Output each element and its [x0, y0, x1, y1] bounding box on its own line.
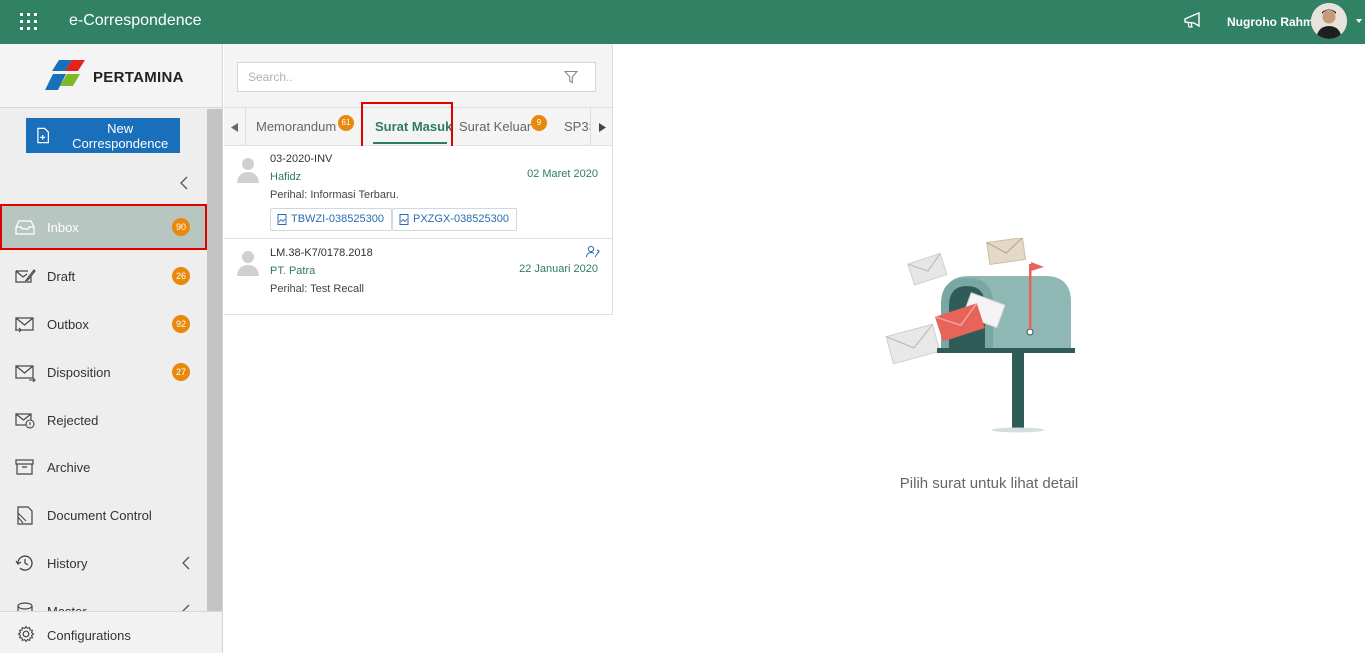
- announcement-icon[interactable]: [1183, 12, 1203, 30]
- sender-avatar-icon: [237, 158, 259, 183]
- tab-surat-keluar[interactable]: Surat Keluar 9: [459, 108, 559, 145]
- archive-icon: [15, 459, 34, 475]
- app-title: e-Correspondence: [69, 12, 202, 29]
- search-area: [224, 44, 613, 108]
- user-avatar[interactable]: [1311, 3, 1347, 39]
- attachment-chip[interactable]: PXZGX-038525300: [392, 208, 518, 231]
- sender-avatar-icon: [237, 251, 259, 276]
- mail-sender: Hafidz: [270, 171, 302, 183]
- user-menu-caret-icon[interactable]: [1355, 17, 1363, 25]
- configurations-item[interactable]: Configurations: [0, 611, 222, 653]
- pertamina-logo-icon: [45, 60, 85, 90]
- count-badge: 27: [172, 363, 190, 381]
- mail-date: 22 Januari 2020: [519, 263, 598, 275]
- sidebar-item-label: History: [47, 555, 88, 571]
- apps-grid-icon[interactable]: [20, 13, 37, 30]
- sidebar-item-outbox[interactable]: Outbox 92: [0, 301, 207, 347]
- tab-memorandum[interactable]: Memorandum 61: [256, 108, 366, 145]
- count-badge: 26: [172, 267, 190, 285]
- mail-sender: PT. Patra: [270, 265, 316, 277]
- attachment-name: PXZGX-038525300: [413, 213, 510, 225]
- caret-left-icon: [231, 123, 238, 132]
- disposition-icon: [15, 365, 36, 382]
- outbox-icon: [15, 317, 34, 333]
- mailbox-illustration: [885, 238, 1075, 433]
- sidebar-item-label: Inbox: [47, 219, 79, 235]
- mail-date: 02 Maret 2020: [527, 168, 598, 180]
- disposition-user-icon: [586, 245, 600, 258]
- attachment-name: TBWZI-038525300: [291, 213, 384, 225]
- sidebar-item-label: Draft: [47, 268, 76, 284]
- count-badge: 92: [172, 315, 190, 333]
- gear-icon: [17, 625, 35, 643]
- sidebar-item-draft[interactable]: Draft 26: [0, 253, 207, 299]
- count-badge: 90: [172, 218, 190, 236]
- sidebar-item-disposition[interactable]: Disposition 27: [0, 349, 207, 395]
- tab-highlight-box: [361, 102, 453, 150]
- detail-panel: Pilih surat untuk lihat detail: [613, 44, 1365, 653]
- sidebar-item-rejected[interactable]: Rejected: [0, 397, 207, 443]
- sidebar-item-label: Archive: [47, 459, 91, 475]
- tab-label: Surat Keluar: [459, 119, 532, 134]
- inbox-icon: [15, 220, 35, 235]
- logo-area: PERTAMINA: [0, 44, 222, 108]
- sidebar-item-archive[interactable]: Archive: [0, 444, 207, 490]
- sidebar-item-inbox[interactable]: Inbox 90: [0, 204, 207, 250]
- tab-scroll-left-button[interactable]: [224, 108, 246, 145]
- logo-text: PERTAMINA: [93, 69, 184, 86]
- new-correspondence-label: New Correspondence: [72, 120, 169, 151]
- sidebar-item-label: Document Control: [47, 507, 152, 523]
- sidebar-item-label: Disposition: [47, 364, 111, 380]
- filter-icon[interactable]: [564, 70, 578, 84]
- caret-right-icon: [599, 123, 606, 132]
- document-control-icon: [17, 506, 33, 525]
- file-icon: [399, 214, 409, 225]
- mail-number: LM.38-K7/0178.2018: [270, 247, 373, 259]
- tab-scroll-right-button[interactable]: [590, 108, 612, 145]
- file-icon: [277, 214, 287, 225]
- sidebar-item-history[interactable]: History: [0, 540, 207, 586]
- tab-label: Memorandum: [256, 119, 337, 134]
- user-name[interactable]: Nugroho Rahm: [1227, 15, 1314, 29]
- rejected-icon: [15, 413, 35, 429]
- new-correspondence-button[interactable]: New Correspondence: [26, 118, 180, 153]
- attachment-chip[interactable]: TBWZI-038525300: [270, 208, 392, 231]
- mail-subject: Perihal: Test Recall: [270, 283, 364, 295]
- sidebar-item-label: Rejected: [47, 412, 99, 428]
- sidebar: PERTAMINA New Correspondence Inbox 90 Dr…: [0, 44, 223, 653]
- chevron-left-icon: [182, 556, 190, 570]
- mail-subject: Perihal: Informasi Terbaru.: [270, 189, 399, 201]
- history-icon: [15, 555, 33, 571]
- empty-state-text: Pilih surat untuk lihat detail: [899, 475, 1079, 492]
- draft-icon: [15, 269, 36, 283]
- list-item[interactable]: LM.38-K7/0178.2018 PT. Patra 22 Januari …: [224, 239, 613, 315]
- count-badge: 9: [531, 115, 547, 131]
- collapse-sidebar-icon[interactable]: [178, 176, 190, 190]
- sidebar-scrollbar[interactable]: [207, 109, 222, 611]
- sidebar-item-label: Outbox: [47, 316, 89, 332]
- count-badge: 61: [338, 115, 354, 131]
- new-document-icon: [37, 127, 49, 144]
- mail-number: 03-2020-INV: [270, 153, 333, 165]
- search-input[interactable]: [237, 62, 596, 92]
- list-item[interactable]: 03-2020-INV Hafidz 02 Maret 2020 Perihal…: [224, 146, 613, 239]
- correspondence-list-panel: Memorandum 61 Surat Masuk Surat Keluar 9…: [224, 44, 613, 653]
- sidebar-item-document-control[interactable]: Document Control: [0, 492, 207, 538]
- top-bar: e-Correspondence Nugroho Rahm: [0, 0, 1365, 44]
- configurations-label: Configurations: [47, 628, 131, 643]
